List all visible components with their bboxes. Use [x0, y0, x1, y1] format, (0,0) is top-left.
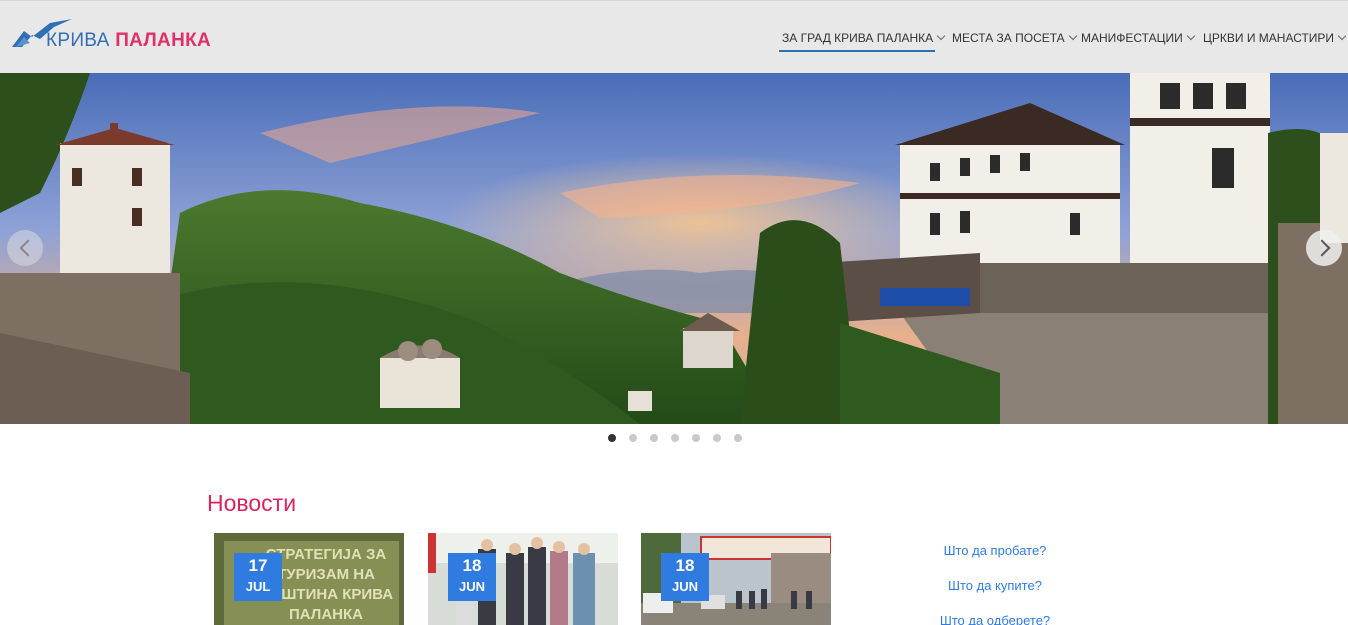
news-card[interactable]: 18 JUN	[641, 533, 831, 625]
nav-item-city[interactable]: ЗА ГРАД КРИВА ПАЛАНКА	[782, 31, 946, 45]
slider-dot[interactable]	[608, 434, 616, 442]
date-day: 18	[675, 556, 695, 575]
date-month: JUN	[458, 579, 485, 594]
slider-dot[interactable]	[629, 434, 637, 442]
slider-prev-button[interactable]	[7, 230, 43, 266]
date-month: JUL	[245, 579, 271, 594]
nav-item-places[interactable]: МЕСТА ЗА ПОСЕТА	[952, 31, 1077, 45]
nav-item-label: ЗА ГРАД КРИВА ПАЛАНКА	[782, 31, 934, 45]
site-header: КРИВА ПАЛАНКА ЗА ГРАД КРИВА ПАЛАНКА МЕСТ…	[0, 0, 1348, 73]
chevron-down-icon	[936, 31, 946, 41]
news-card[interactable]: 18 JUN	[428, 533, 618, 625]
slider-dot[interactable]	[713, 434, 721, 442]
date-badge: 18 JUN	[448, 553, 496, 601]
slider-next-button[interactable]	[1306, 230, 1342, 266]
nav-active-indicator	[779, 50, 935, 52]
date-day: 18	[462, 556, 482, 575]
nav-item-label: МАНИФЕСТАЦИИ	[1081, 31, 1183, 45]
date-day: 17	[248, 556, 268, 575]
chevron-right-icon	[1313, 239, 1330, 257]
date-month: JUN	[671, 579, 698, 594]
hero-slider[interactable]	[0, 73, 1348, 424]
nav-item-label: МЕСТА ЗА ПОСЕТА	[952, 31, 1065, 45]
hero-image	[0, 73, 1348, 424]
chevron-down-icon	[1068, 31, 1077, 41]
slider-dot[interactable]	[650, 434, 658, 442]
news-heading: Новости	[207, 490, 297, 516]
slider-dot[interactable]	[692, 434, 700, 442]
logo-word-1: КРИВА	[46, 30, 110, 51]
news-card[interactable]: СТРАТЕГИЈА ЗА ТУРИЗАМ НА ОПШТИНА КРИВА П…	[214, 533, 404, 625]
nav-item-label: ЦРКВИ И МАНАСТИРИ	[1203, 31, 1335, 45]
slider-dot[interactable]	[734, 434, 742, 442]
site-logo[interactable]: КРИВА ПАЛАНКА	[10, 17, 211, 57]
chevron-down-icon	[1186, 31, 1195, 41]
date-badge: 17 JUL	[234, 553, 282, 601]
nav-item-events[interactable]: МАНИФЕСТАЦИИ	[1081, 31, 1195, 45]
chevron-left-icon	[19, 239, 36, 257]
nav-item-churches[interactable]: ЦРКВИ И МАНАСТИРИ	[1203, 31, 1347, 45]
logo-word-2: ПАЛАНКА	[115, 30, 212, 51]
chevron-down-icon	[1337, 31, 1347, 41]
slider-pagination	[608, 434, 742, 442]
date-badge: 18 JUN	[661, 553, 709, 601]
side-link-choose[interactable]: Што да одберете?	[900, 613, 1090, 625]
logo-text: КРИВА ПАЛАНКА	[46, 30, 211, 52]
side-link-taste[interactable]: Што да пробате?	[900, 543, 1090, 558]
slider-dot[interactable]	[671, 434, 679, 442]
side-link-buy[interactable]: Што да купите?	[900, 578, 1090, 593]
